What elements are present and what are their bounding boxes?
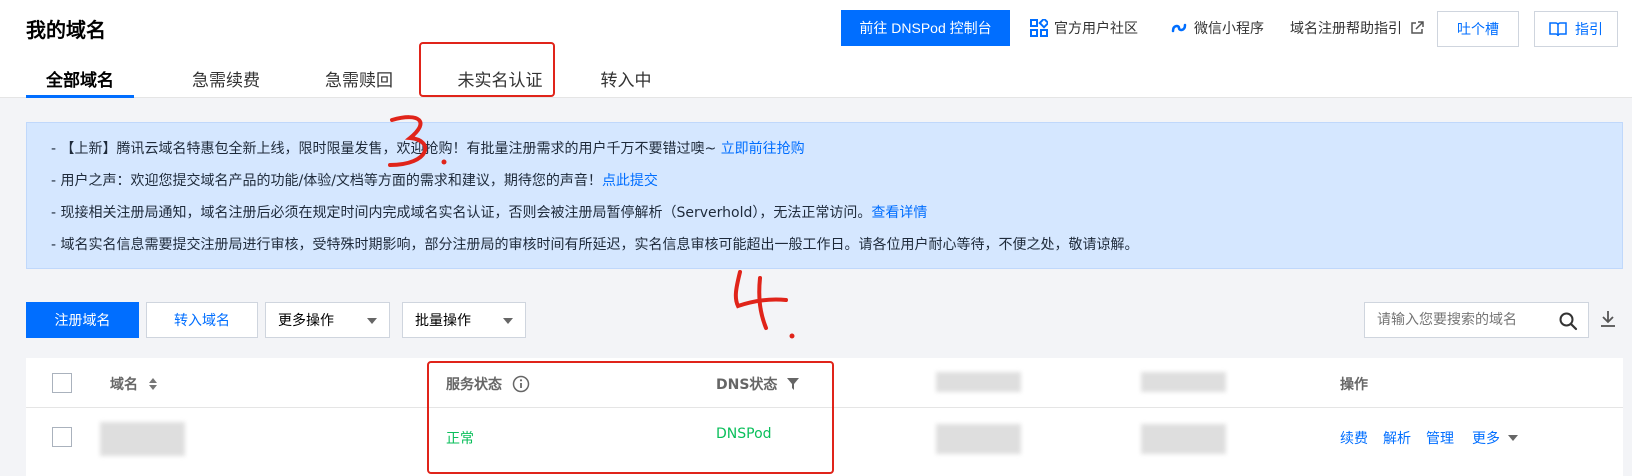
more-action-label: 更多 [1472, 431, 1500, 447]
annotation-number-3 [388, 115, 447, 167]
more-action[interactable]: 更多 [1472, 428, 1518, 448]
notice-line: - 【上新】腾讯云域名特惠包全新上线，限时限量发售，欢迎抢购！有批量注册需求的用… [51, 133, 1622, 165]
info-icon[interactable] [512, 375, 530, 393]
dnspod-console-button[interactable]: 前往 DNSPod 控制台 [841, 10, 1010, 46]
help-guide-label: 域名注册帮助指引 [1290, 21, 1402, 37]
tab-transferring[interactable]: 转入中 [586, 60, 666, 98]
table-row: 正常 DNSPod 续费 解析 管理 更多 [26, 408, 1623, 476]
help-guide-link[interactable]: 域名注册帮助指引 [1290, 16, 1424, 40]
submit-feedback-link[interactable]: 点此提交 [602, 173, 658, 189]
notice-banner: - 【上新】腾讯云域名特惠包全新上线，限时限量发售，欢迎抢购！有批量注册需求的用… [26, 122, 1623, 269]
community-link[interactable]: 官方用户社区 [1030, 16, 1138, 40]
redacted-column-header [1141, 372, 1226, 392]
caret-down-icon [1508, 435, 1518, 441]
notice-line: - 用户之声：欢迎您提交域名产品的功能/体验/文档等方面的需求和建议，期待您的声… [51, 165, 1622, 197]
mini-program-label: 微信小程序 [1194, 21, 1264, 37]
book-icon [1549, 21, 1567, 37]
actions-column-header: 操作 [1340, 377, 1368, 393]
renew-action[interactable]: 续费 [1340, 428, 1368, 448]
mini-program-icon [1170, 19, 1188, 37]
tab-redeem-needed[interactable]: 急需赎回 [309, 60, 409, 98]
dns-status-column-header: DNS状态 [716, 374, 800, 394]
more-actions-select[interactable]: 更多操作 [265, 302, 390, 338]
batch-actions-select[interactable]: 批量操作 [402, 302, 526, 338]
caret-down-icon [367, 318, 377, 324]
notice-text: - 现接相关注册局通知，域名注册后必须在规定时间内完成域名实名认证，否则会被注册… [51, 205, 872, 221]
service-status-column-header: 服务状态 [446, 374, 530, 394]
tab-unverified[interactable]: 未实名认证 [440, 60, 560, 98]
dns-status-label: DNS状态 [716, 377, 778, 393]
redacted-cell [1141, 424, 1226, 454]
buy-now-link[interactable]: 立即前往抢购 [721, 141, 805, 157]
domain-column-label: 域名 [110, 377, 138, 393]
search-icon[interactable] [1558, 311, 1578, 335]
tab-all-domains[interactable]: 全部域名 [26, 60, 134, 98]
service-status-value: 正常 [446, 431, 474, 447]
download-icon[interactable] [1600, 310, 1616, 332]
manage-action[interactable]: 管理 [1426, 428, 1454, 448]
search-input[interactable] [1365, 303, 1545, 337]
grid-icon [1030, 17, 1050, 37]
redacted-cell [936, 424, 1021, 454]
service-status-label: 服务状态 [446, 377, 502, 393]
register-domain-button[interactable]: 注册域名 [26, 302, 139, 338]
domain-column-header[interactable]: 域名 [110, 374, 158, 394]
notice-text: - 域名实名信息需要提交注册局进行审核，受特殊时期影响，部分注册局的审核时间有所… [51, 237, 1139, 253]
page-header: 我的域名 前往 DNSPod 控制台 官方用户社区 微信小程序 域名注册帮助指引… [0, 0, 1632, 98]
guide-label: 指引 [1575, 22, 1603, 38]
redacted-domain-name [100, 422, 185, 456]
domain-table: 域名 服务状态 DNS状态 操作 正常 DNSPod 续费 解析 管理 更多 [26, 358, 1623, 476]
view-details-link[interactable]: 查看详情 [871, 205, 927, 221]
table-header: 域名 服务状态 DNS状态 操作 [26, 358, 1623, 408]
dns-status-value: DNSPod [716, 426, 772, 442]
filter-icon[interactable] [787, 378, 800, 390]
select-all-checkbox[interactable] [52, 373, 72, 393]
community-label: 官方用户社区 [1054, 21, 1138, 37]
notice-line: - 现接相关注册局通知，域名注册后必须在规定时间内完成域名实名认证，否则会被注册… [51, 197, 1622, 229]
resolve-action[interactable]: 解析 [1383, 428, 1411, 448]
sort-icon[interactable] [148, 377, 158, 391]
tab-renew-needed[interactable]: 急需续费 [176, 60, 276, 98]
more-actions-label: 更多操作 [278, 313, 334, 329]
notice-line: - 域名实名信息需要提交注册局进行审核，受特殊时期影响，部分注册局的审核时间有所… [51, 229, 1622, 261]
redacted-column-header [936, 372, 1021, 392]
page-title: 我的域名 [26, 18, 106, 42]
notice-text: - 用户之声：欢迎您提交域名产品的功能/体验/文档等方面的需求和建议，期待您的声… [51, 173, 602, 189]
caret-down-icon [503, 318, 513, 324]
batch-actions-label: 批量操作 [415, 313, 471, 329]
annotation-number-4 [733, 270, 795, 339]
mini-program-link[interactable]: 微信小程序 [1170, 16, 1264, 40]
external-link-icon [1410, 21, 1424, 35]
transfer-in-button[interactable]: 转入域名 [146, 302, 258, 338]
guide-button[interactable]: 指引 [1534, 11, 1618, 47]
feedback-button[interactable]: 吐个槽 [1437, 11, 1519, 47]
row-checkbox[interactable] [52, 427, 72, 447]
domain-search [1364, 302, 1589, 338]
